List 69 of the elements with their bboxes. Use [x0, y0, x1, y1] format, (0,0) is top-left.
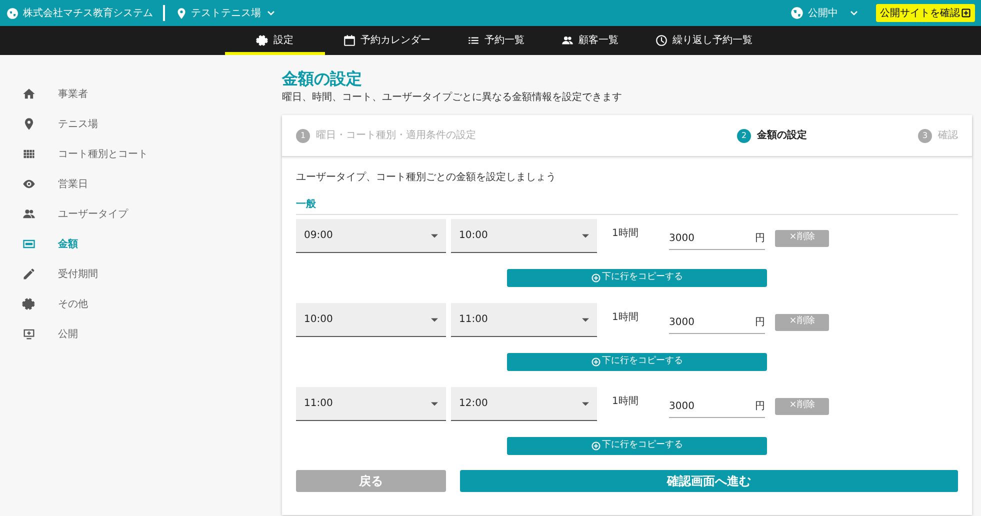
plus-circle-icon — [591, 441, 601, 451]
price-field[interactable]: 3000 円 — [669, 228, 765, 250]
sidebar-item[interactable]: 公開 — [22, 319, 78, 349]
step-number: 2 — [737, 128, 751, 142]
copy-row-button[interactable]: 下に行をコピーする — [507, 269, 767, 287]
location-pin-icon — [22, 117, 36, 131]
step-label: 金額の設定 — [757, 128, 807, 143]
dropdown-arrow-icon — [431, 318, 438, 322]
step-number: 3 — [918, 128, 932, 142]
people-icon — [560, 34, 574, 47]
dropdown-arrow-icon — [582, 402, 589, 406]
dropdown-arrow-icon — [582, 234, 589, 238]
sidebar-item[interactable]: 金額 — [22, 229, 78, 259]
people-icon — [22, 207, 36, 221]
price-field[interactable]: 3000 円 — [669, 312, 765, 334]
dropdown-arrow-icon — [582, 318, 589, 322]
calendar-icon — [342, 34, 356, 47]
sidebar-item[interactable]: 受付期間 — [22, 259, 98, 289]
end-time-select[interactable]: 10:00 — [451, 219, 597, 253]
end-time-select[interactable]: 12:00 — [451, 387, 597, 421]
step-label: 確認 — [938, 128, 958, 143]
view-site-button[interactable]: 公開サイトを確認 — [876, 4, 975, 22]
start-time-select[interactable]: 10:00 — [296, 303, 446, 337]
plus-circle-icon — [591, 273, 601, 283]
company-name: 株式会社マチス教育システム — [23, 6, 153, 20]
grid-icon — [22, 147, 36, 161]
start-time-select[interactable]: 11:00 — [296, 387, 446, 421]
page-title: 金額の設定 — [282, 69, 363, 89]
external-plus-icon — [961, 8, 971, 18]
dropdown-arrow-icon — [431, 234, 438, 238]
sidebar-item[interactable]: テニス場 — [22, 109, 98, 139]
copy-row-button[interactable]: 下に行をコピーする — [507, 353, 767, 371]
gear-icon — [256, 34, 268, 47]
duration-label: 1時間 — [612, 394, 640, 409]
sidebar-item[interactable]: その他 — [22, 289, 88, 319]
duration-label: 1時間 — [612, 226, 640, 241]
clock-icon — [654, 34, 668, 47]
plus-circle-icon — [591, 357, 601, 367]
sidebar-item[interactable]: 事業者 — [22, 79, 88, 109]
end-time-select[interactable]: 11:00 — [451, 303, 597, 337]
instruction-text: ユーザータイプ、コート種別ごとの金額を設定しましょう — [296, 170, 557, 185]
price-field[interactable]: 3000 円 — [669, 396, 765, 418]
home-icon — [22, 87, 36, 101]
proceed-button[interactable]: 確認画面へ進む — [460, 470, 958, 492]
section-title: 一般 — [296, 197, 958, 215]
globe-icon — [6, 6, 19, 20]
pencil-icon — [22, 267, 36, 281]
step-number: 1 — [296, 128, 310, 142]
nav-tab[interactable]: 予約一覧 — [448, 26, 542, 55]
sidebar-item[interactable]: コート種別とコート — [22, 139, 148, 169]
publish-status-dropdown[interactable]: 公開中 — [808, 6, 860, 20]
dropdown-arrow-icon — [431, 402, 438, 406]
sidebar-item[interactable]: 営業日 — [22, 169, 88, 199]
step-label: 曜日・コート種別・適用条件の設定 — [316, 128, 476, 143]
nav-tab[interactable]: 繰り返し予約一覧 — [636, 26, 770, 55]
duration-label: 1時間 — [612, 310, 640, 325]
eye-icon — [22, 177, 36, 191]
copy-row-button[interactable]: 下に行をコピーする — [507, 437, 767, 455]
nav-tab[interactable]: 予約カレンダー — [324, 26, 448, 55]
page-subtitle: 曜日、時間、コート、ユーザータイプごとに異なる金額情報を設定できます — [282, 90, 623, 105]
sidebar-item[interactable]: ユーザータイプ — [22, 199, 128, 229]
gear-icon — [22, 297, 36, 311]
monitor-plus-icon — [22, 327, 36, 341]
globe-icon — [790, 6, 804, 20]
location-pin-icon — [175, 6, 188, 20]
venue-dropdown[interactable]: テストテニス場 — [191, 6, 277, 20]
start-time-select[interactable]: 09:00 — [296, 219, 446, 253]
nav-tab[interactable]: 設定 — [224, 26, 324, 55]
nav-tab[interactable]: 顧客一覧 — [542, 26, 636, 55]
